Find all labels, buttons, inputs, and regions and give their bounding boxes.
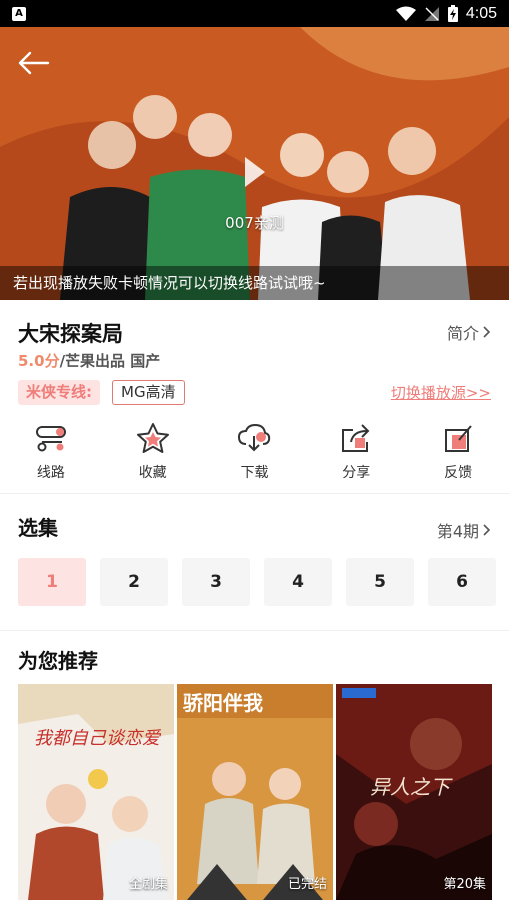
episode-button[interactable]: 6 bbox=[428, 558, 496, 606]
back-button[interactable] bbox=[16, 49, 52, 77]
poster-image: 骄阳伴我 bbox=[177, 684, 333, 900]
download-cloud-icon bbox=[238, 423, 271, 452]
recommend-card[interactable]: 异人之下 第20集 bbox=[336, 684, 492, 900]
route-icon bbox=[35, 426, 66, 452]
episodes-more-button[interactable]: 第4期 bbox=[437, 518, 491, 542]
show-info: 大宋探案局 简介 5.0分/芒果出品 国产 米侠专线: MG高清 切换播放源>> bbox=[0, 300, 509, 410]
recommend-card[interactable]: 我都自己谈恋爱 全剧集 bbox=[18, 684, 174, 900]
chevron-right-icon bbox=[483, 326, 491, 338]
show-meta: 5.0分/芒果出品 国产 bbox=[18, 350, 160, 371]
episode-status-badge: 第20集 bbox=[443, 877, 486, 892]
share-label: 分享 bbox=[342, 465, 371, 481]
intro-button[interactable]: 简介 bbox=[447, 320, 491, 344]
divider bbox=[0, 493, 509, 494]
episode-button[interactable]: 5 bbox=[346, 558, 414, 606]
recommend-list: 我都自己谈恋爱 全剧集 骄阳伴我 已完结 异人之下 第20集 bbox=[18, 684, 492, 900]
intro-label: 简介 bbox=[446, 324, 479, 343]
feedback-button[interactable]: 反馈 bbox=[407, 420, 509, 490]
episode-list: 1 2 3 4 5 6 bbox=[18, 558, 496, 606]
episode-button[interactable]: 1 bbox=[18, 558, 86, 606]
show-title: 大宋探案局 bbox=[18, 322, 123, 346]
switch-source-link[interactable]: 切换播放源>> bbox=[391, 382, 491, 403]
feedback-icon bbox=[445, 425, 472, 452]
status-bar: A 4:05 bbox=[0, 0, 509, 27]
episode-status-badge: 已完结 bbox=[287, 877, 327, 892]
poster-title-text: 异人之下 bbox=[370, 775, 453, 799]
poster-title-text: 骄阳伴我 bbox=[183, 691, 263, 715]
line-tag: 米侠专线: bbox=[18, 380, 100, 405]
chevron-right-icon bbox=[483, 524, 491, 536]
arrow-left-icon bbox=[18, 51, 50, 75]
episode-button[interactable]: 4 bbox=[264, 558, 332, 606]
route-label: 线路 bbox=[36, 465, 65, 481]
poster-title-text: 我都自己谈恋爱 bbox=[34, 728, 162, 749]
share-icon bbox=[342, 424, 370, 452]
episode-button[interactable]: 2 bbox=[100, 558, 168, 606]
app-badge-icon: A bbox=[12, 6, 26, 21]
episode-status-badge: 全剧集 bbox=[128, 877, 168, 892]
episode-button[interactable]: 3 bbox=[182, 558, 250, 606]
show-meta-rest: /芒果出品 国产 bbox=[59, 352, 161, 370]
episodes-more-label: 第4期 bbox=[436, 522, 479, 541]
quality-option[interactable]: MG高清 bbox=[112, 380, 185, 405]
favorite-label: 收藏 bbox=[138, 465, 167, 481]
feedback-label: 反馈 bbox=[444, 465, 473, 481]
poster-image: 异人之下 bbox=[336, 684, 492, 900]
video-player[interactable]: 007亲测 若出现播放失败卡顿情况可以切换线路试试哦~ bbox=[0, 27, 509, 300]
poster-image: 我都自己谈恋爱 bbox=[18, 684, 174, 900]
video-frame-image bbox=[0, 27, 509, 300]
divider bbox=[0, 630, 509, 631]
source-label: 007亲测 bbox=[225, 214, 284, 232]
clock: 4:05 bbox=[465, 4, 497, 22]
action-row: 线路 收藏 下载 分享 反馈 bbox=[0, 420, 509, 490]
no-signal-icon bbox=[424, 6, 439, 21]
battery-charging-icon bbox=[447, 5, 458, 22]
share-button[interactable]: 分享 bbox=[305, 420, 407, 490]
recommend-card[interactable]: 骄阳伴我 已完结 bbox=[177, 684, 333, 900]
download-label: 下载 bbox=[240, 465, 269, 481]
wifi-icon bbox=[395, 6, 416, 21]
episodes-title: 选集 bbox=[18, 516, 58, 540]
route-button[interactable]: 线路 bbox=[0, 420, 102, 490]
download-button[interactable]: 下载 bbox=[204, 420, 306, 490]
show-score: 5.0分 bbox=[18, 352, 60, 370]
favorite-button[interactable]: 收藏 bbox=[102, 420, 204, 490]
star-icon bbox=[136, 423, 169, 453]
recommend-title: 为您推荐 bbox=[18, 649, 98, 673]
playback-tip: 若出现播放失败卡顿情况可以切换线路试试哦~ bbox=[0, 266, 509, 300]
